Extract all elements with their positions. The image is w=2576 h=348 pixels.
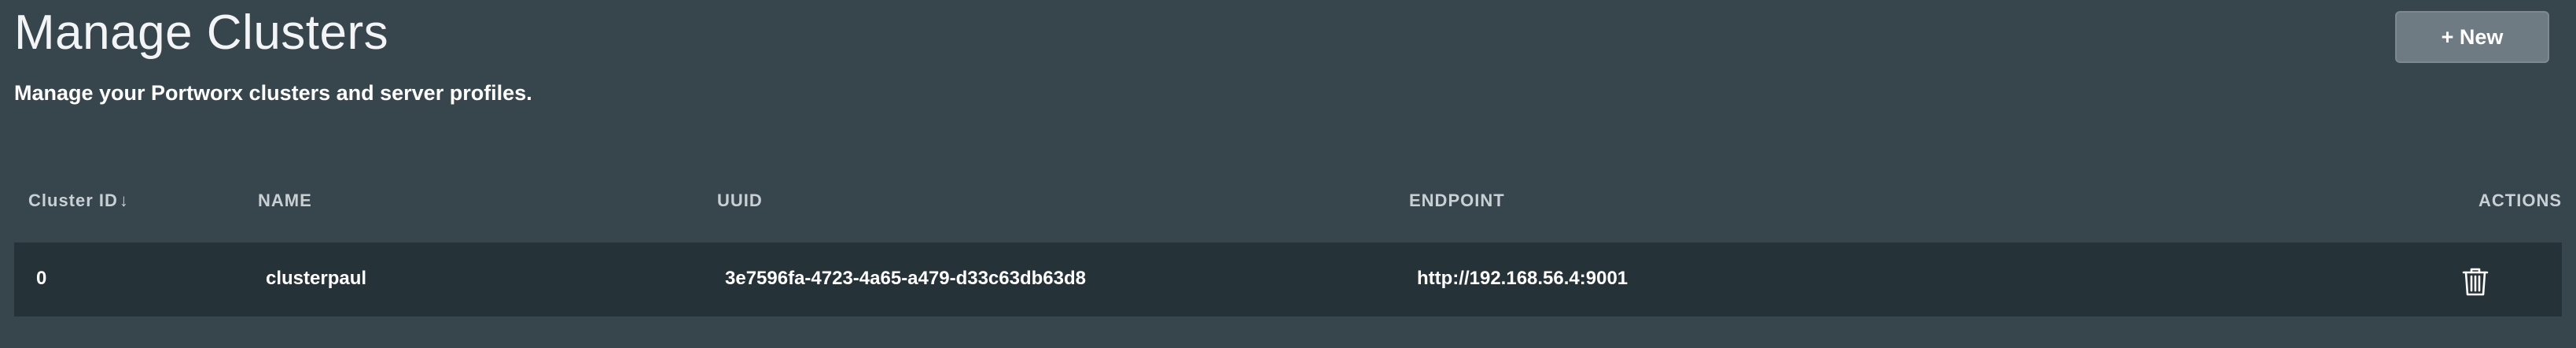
table-row: 0 clusterpaul 3e7596fa-4723-4a65-a479-d3… (14, 242, 2562, 317)
cell-cluster-id: 0 (36, 268, 47, 289)
column-header-endpoint: ENDPOINT (1409, 191, 1505, 210)
column-header-uuid: UUID (717, 191, 763, 210)
page-subtitle: Manage your Portworx clusters and server… (14, 81, 532, 105)
cell-cluster-name: clusterpaul (266, 268, 367, 289)
column-header-cluster-id-label: Cluster ID (28, 191, 118, 210)
sort-descending-icon: ↓ (119, 191, 129, 210)
column-header-name: NAME (258, 191, 312, 210)
cell-cluster-endpoint: http://192.168.56.4:9001 (1417, 268, 1628, 289)
delete-cluster-button[interactable] (2460, 266, 2491, 298)
new-cluster-button[interactable]: + New (2395, 11, 2549, 63)
page-title: Manage Clusters (14, 6, 389, 60)
table-header: Cluster ID↓ NAME UUID ENDPOINT ACTIONS (14, 186, 2562, 217)
trash-icon (2462, 268, 2489, 296)
column-header-cluster-id[interactable]: Cluster ID↓ (28, 191, 129, 211)
cell-cluster-uuid: 3e7596fa-4723-4a65-a479-d33c63db63d8 (725, 268, 1086, 289)
column-header-actions: ACTIONS (2478, 191, 2562, 210)
